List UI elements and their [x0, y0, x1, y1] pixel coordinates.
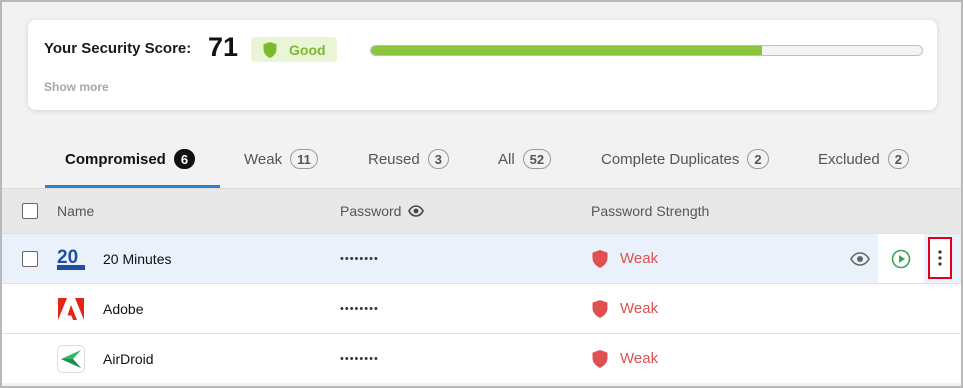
tab-count-badge: 52 — [522, 149, 552, 169]
tab-reused[interactable]: Reused 3 — [368, 130, 449, 188]
row-name: AirDroid — [103, 350, 154, 367]
autofill-launch-button[interactable] — [878, 234, 924, 283]
security-score-card: Your Security Score: 71 Good Show more — [28, 20, 937, 110]
header-name[interactable]: Name — [57, 189, 94, 233]
weak-shield-icon — [592, 349, 608, 368]
tab-weak[interactable]: Weak 11 — [244, 130, 318, 188]
show-more-link[interactable]: Show more — [44, 80, 109, 94]
score-status-badge: Good — [251, 37, 337, 62]
row-strength: Weak — [620, 350, 659, 367]
tab-count-badge: 3 — [427, 149, 449, 169]
eye-icon[interactable] — [850, 251, 870, 266]
play-circle-icon — [891, 249, 911, 269]
tab-label: Compromised — [65, 150, 166, 168]
score-status-label: Good — [289, 41, 326, 58]
eye-icon[interactable] — [408, 205, 425, 217]
row-password: •••••••• — [340, 302, 379, 315]
tab-count-badge: 11 — [290, 149, 318, 169]
table-row[interactable]: 20 20 Minutes •••••••• Weak — [2, 233, 961, 283]
security-score-value: 71 — [208, 32, 239, 62]
tab-all[interactable]: All 52 — [498, 130, 552, 188]
select-all-checkbox-cell — [22, 189, 38, 233]
row-more-options-button[interactable] — [928, 237, 952, 279]
kebab-menu-icon — [938, 250, 942, 266]
table-row[interactable]: AirDroid •••••••• Weak — [2, 333, 961, 383]
tab-complete-duplicates[interactable]: Complete Duplicates 2 — [601, 130, 769, 188]
weak-shield-icon — [592, 249, 608, 268]
header-password-strength[interactable]: Password Strength — [591, 189, 709, 233]
row-name: Adobe — [103, 300, 144, 317]
row-name: 20 Minutes — [103, 250, 172, 267]
select-all-checkbox[interactable] — [22, 203, 38, 219]
password-health-panel: Your Security Score: 71 Good Show more C… — [0, 0, 963, 388]
header-password-label: Password — [340, 203, 402, 219]
row-strength: Weak — [620, 300, 659, 317]
tab-count-badge: 6 — [173, 149, 196, 169]
20-minutes-logo: 20 — [57, 245, 85, 273]
security-score-progress — [370, 45, 923, 56]
svg-text:20: 20 — [57, 247, 78, 268]
row-password: •••••••• — [340, 352, 379, 365]
row-checkbox[interactable] — [22, 250, 38, 267]
adobe-logo — [57, 295, 85, 323]
table-row[interactable]: Adobe •••••••• Weak — [2, 283, 961, 333]
row-strength: Weak — [620, 250, 659, 267]
airdroid-logo — [57, 344, 85, 373]
weak-shield-icon — [592, 299, 608, 318]
tab-label: Reused — [368, 150, 420, 168]
tab-label: Complete Duplicates — [601, 150, 740, 168]
tab-count-badge: 2 — [887, 149, 909, 169]
table-header: Name Password Password Strength — [2, 188, 961, 233]
tab-compromised[interactable]: Compromised 6 — [65, 130, 196, 188]
row-password: •••••••• — [340, 252, 379, 265]
password-table: Name Password Password Strength 20 20 Mi… — [2, 188, 961, 383]
tab-bar: Compromised 6 Weak 11 Reused 3 All 52 Co… — [2, 130, 961, 188]
security-score-progress-fill — [371, 46, 763, 55]
shield-icon — [263, 41, 277, 58]
tab-count-badge: 2 — [747, 149, 769, 169]
tab-excluded[interactable]: Excluded 2 — [818, 130, 909, 188]
tab-label: Excluded — [818, 150, 880, 168]
tab-label: Weak — [244, 150, 283, 168]
header-password[interactable]: Password — [340, 189, 425, 233]
tab-label: All — [498, 150, 515, 168]
security-score-label: Your Security Score: — [44, 40, 192, 57]
